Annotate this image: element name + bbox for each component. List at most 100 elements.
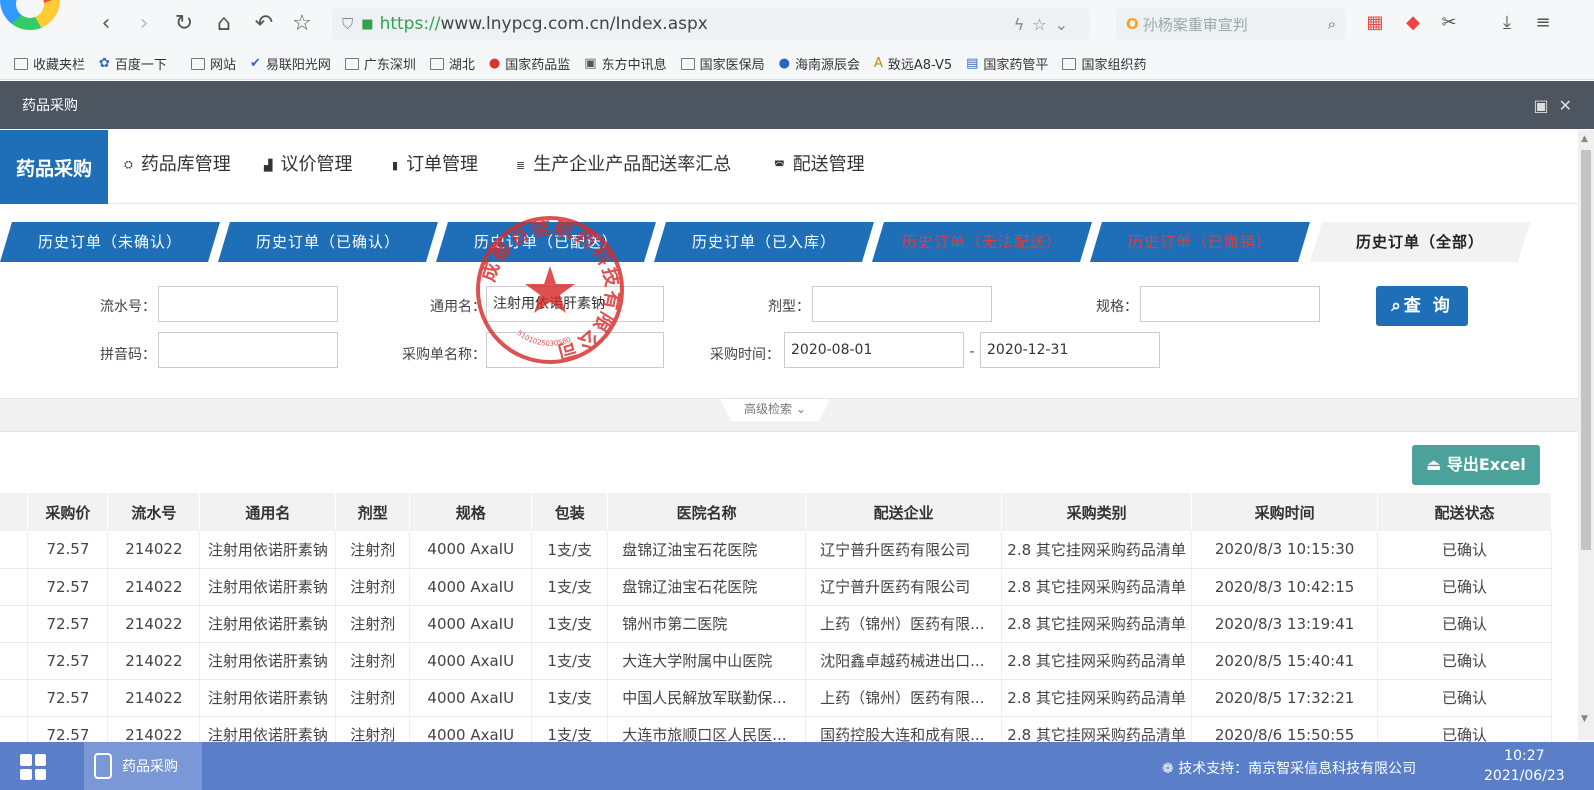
pinyin-input[interactable]	[158, 332, 338, 368]
order-name-label: 采购单名称：	[402, 347, 486, 363]
menu-item-drug-library[interactable]: ⛭ 药品库管理	[124, 150, 231, 176]
row-select-cell[interactable]	[0, 568, 29, 606]
column-header-checkbox[interactable]	[0, 493, 29, 531]
table-cell: 4000 AxaIU	[409, 605, 533, 643]
a8-icon: A	[873, 56, 883, 71]
menu-item-delivery[interactable]: ◚ 配送管理	[774, 150, 865, 176]
emblem-icon: ●	[488, 56, 501, 71]
search-icon: ⌕	[1391, 296, 1404, 316]
table-cell: 注射剂	[335, 605, 411, 643]
order-name-input[interactable]	[486, 332, 664, 368]
bookmark-item[interactable]: ● 国家药品监	[489, 54, 570, 73]
table-cell: 2.8 其它挂网采购药品清单	[1001, 605, 1193, 643]
table-cell: 上药（锦州）医药有限...	[805, 605, 1003, 643]
vertical-scrollbar[interactable]: ▲ ▼	[1578, 130, 1594, 740]
window-controls-icon[interactable]: ▣✕	[1533, 96, 1582, 115]
date-to-input[interactable]: 2020-12-31	[980, 332, 1160, 368]
row-select-cell[interactable]	[0, 642, 29, 680]
tab-undeliverable[interactable]: 历史订单（无法配送）	[872, 222, 1092, 262]
address-actions-icon[interactable]: ϟ☆⌄	[1014, 15, 1076, 34]
tab-stocked[interactable]: 历史订单（已入库）	[654, 222, 874, 262]
bookmark-item[interactable]: A 致远A8-V5	[874, 54, 952, 73]
refresh-icon[interactable]: ↻	[170, 10, 198, 38]
row-select-cell[interactable]	[0, 605, 29, 643]
table-cell: 72.57	[27, 605, 109, 643]
menu-item-price-negotiation[interactable]: ▟ 议价管理	[264, 150, 352, 176]
table-cell: 辽宁普升医药有限公司	[805, 531, 1003, 569]
table-cell: 注射剂	[335, 679, 411, 717]
menu-item-orders[interactable]: ▮ 订单管理	[392, 150, 478, 176]
column-header: 包装	[531, 493, 609, 531]
bookmark-item[interactable]: 国家医保局	[680, 54, 765, 73]
bookmark-item[interactable]: 广东深圳	[344, 54, 416, 73]
browser-logo-icon	[0, 0, 60, 30]
tab-delivered[interactable]: 历史订单（已配送）	[436, 222, 656, 262]
star-icon[interactable]: ☆	[288, 10, 316, 38]
row-select-cell[interactable]	[0, 679, 29, 717]
form-input[interactable]	[812, 286, 992, 322]
undo-icon[interactable]: ↶	[250, 10, 278, 38]
menu-item-delivery-rate[interactable]: ≣ 生产企业产品配送率汇总	[516, 150, 731, 176]
table-row[interactable]: 72.57 214022 注射用依诺肝素钠 注射剂 4000 AxaIU 1支/支 盘锦辽油…	[0, 568, 1552, 606]
date-from-input[interactable]: 2020-08-01	[784, 332, 964, 368]
search-icon[interactable]: ⌕	[1328, 15, 1336, 33]
table-cell: 214022	[107, 605, 201, 643]
scroll-thumb[interactable]	[1581, 150, 1591, 550]
table-row[interactable]: 72.57 214022 注射用依诺肝素钠 注射剂 4000 AxaIU 1支/支 盘锦辽油…	[0, 531, 1552, 569]
table-cell: 注射用依诺肝素钠	[199, 642, 337, 680]
scroll-up-icon[interactable]: ▲	[1581, 134, 1588, 144]
bookmark-item[interactable]: 收藏夹栏	[14, 54, 85, 73]
apps-icon[interactable]: ▦	[1362, 10, 1388, 36]
tab-unconfirmed[interactable]: 历史订单（未确认）	[0, 222, 220, 262]
bookmark-item[interactable]: 网站	[190, 54, 236, 73]
table-cell: 2020/8/5 15:40:41	[1191, 642, 1379, 680]
advanced-search-toggle[interactable]: 高级检索 ⌄	[720, 399, 830, 421]
table-cell: 4000 AxaIU	[409, 568, 533, 606]
table-row[interactable]: 72.57 214022 注射用依诺肝素钠 注射剂 4000 AxaIU 1支/支 大连大学…	[0, 642, 1552, 680]
table-row[interactable]: 72.57 214022 注射用依诺肝素钠 注射剂 4000 AxaIU 1支/支 中国人民…	[0, 679, 1552, 717]
taskbar: 药品采购 ❁ 技术支持：南京智采信息科技有限公司 10:27 2021/06/2…	[0, 742, 1594, 790]
table-cell: 2.8 其它挂网采购药品清单	[1001, 568, 1193, 606]
download-icon[interactable]: ⤓	[1494, 10, 1520, 36]
tab-cancelled[interactable]: 历史订单（已撤销）	[1090, 222, 1310, 262]
tab-all[interactable]: 历史订单（全部）	[1310, 222, 1530, 262]
table-cell: 已确认	[1377, 642, 1552, 680]
bookmark-item[interactable]: 湖北	[429, 54, 475, 73]
bookmark-item[interactable]: ✔ 易联阳光网	[250, 54, 331, 73]
menu-icon[interactable]: ≡	[1530, 10, 1556, 36]
table-cell: 注射剂	[335, 531, 411, 569]
browser-search[interactable]: O 孙杨案重审宣判 ⌕	[1116, 8, 1346, 40]
export-icon: ⏏	[1426, 455, 1442, 474]
table-cell: 2020/8/5 17:32:21	[1191, 679, 1379, 717]
tab-confirmed[interactable]: 历史订单（已确认）	[218, 222, 438, 262]
scissors-icon[interactable]: ✂	[1436, 10, 1462, 36]
folder-icon	[190, 57, 205, 70]
page-icon	[1062, 57, 1077, 70]
scroll-down-icon[interactable]: ▼	[1581, 714, 1588, 724]
bookmark-item[interactable]: ▣ 东方中讯息	[584, 54, 666, 73]
forward-icon[interactable]: ›	[130, 10, 158, 38]
bookmark-item[interactable]: ▤ 国家药管平	[966, 54, 1048, 73]
serial-label: 流水号：	[100, 299, 156, 315]
taskbar-app[interactable]: 药品采购	[84, 742, 202, 790]
serial-input[interactable]	[158, 286, 338, 322]
generic-input[interactable]: 注射用依诺肝素钠	[486, 286, 664, 322]
bookmark-item[interactable]: ● 海南源辰会	[779, 54, 860, 73]
row-select-cell[interactable]	[0, 531, 29, 569]
home-icon[interactable]: ⌂	[210, 10, 238, 38]
table-cell: 2020/8/3 13:19:41	[1191, 605, 1379, 643]
query-button[interactable]: ⌕查 询	[1376, 286, 1468, 326]
export-excel-button[interactable]: ⏏ 导出Excel	[1412, 445, 1540, 485]
paw-icon: ✿	[99, 56, 110, 71]
game-icon[interactable]: ◆	[1400, 10, 1426, 36]
spec-input[interactable]	[1140, 286, 1320, 322]
address-bar[interactable]: ⛉ ■ https:// www.lnypcg.com.cn/Index.asp…	[332, 8, 1090, 40]
table-row[interactable]: 72.57 214022 注射用依诺肝素钠 注射剂 4000 AxaIU 1支/支 锦州市第…	[0, 605, 1552, 643]
back-icon[interactable]: ‹	[92, 10, 120, 38]
table-cell: 214022	[107, 642, 201, 680]
table-cell: 已确认	[1377, 605, 1552, 643]
start-menu-icon[interactable]	[20, 754, 46, 780]
bar-chart-icon: ▟	[264, 158, 273, 172]
bookmark-item[interactable]: 国家组织药	[1062, 54, 1146, 73]
bookmark-item[interactable]: ✿ 百度一下	[99, 54, 167, 73]
